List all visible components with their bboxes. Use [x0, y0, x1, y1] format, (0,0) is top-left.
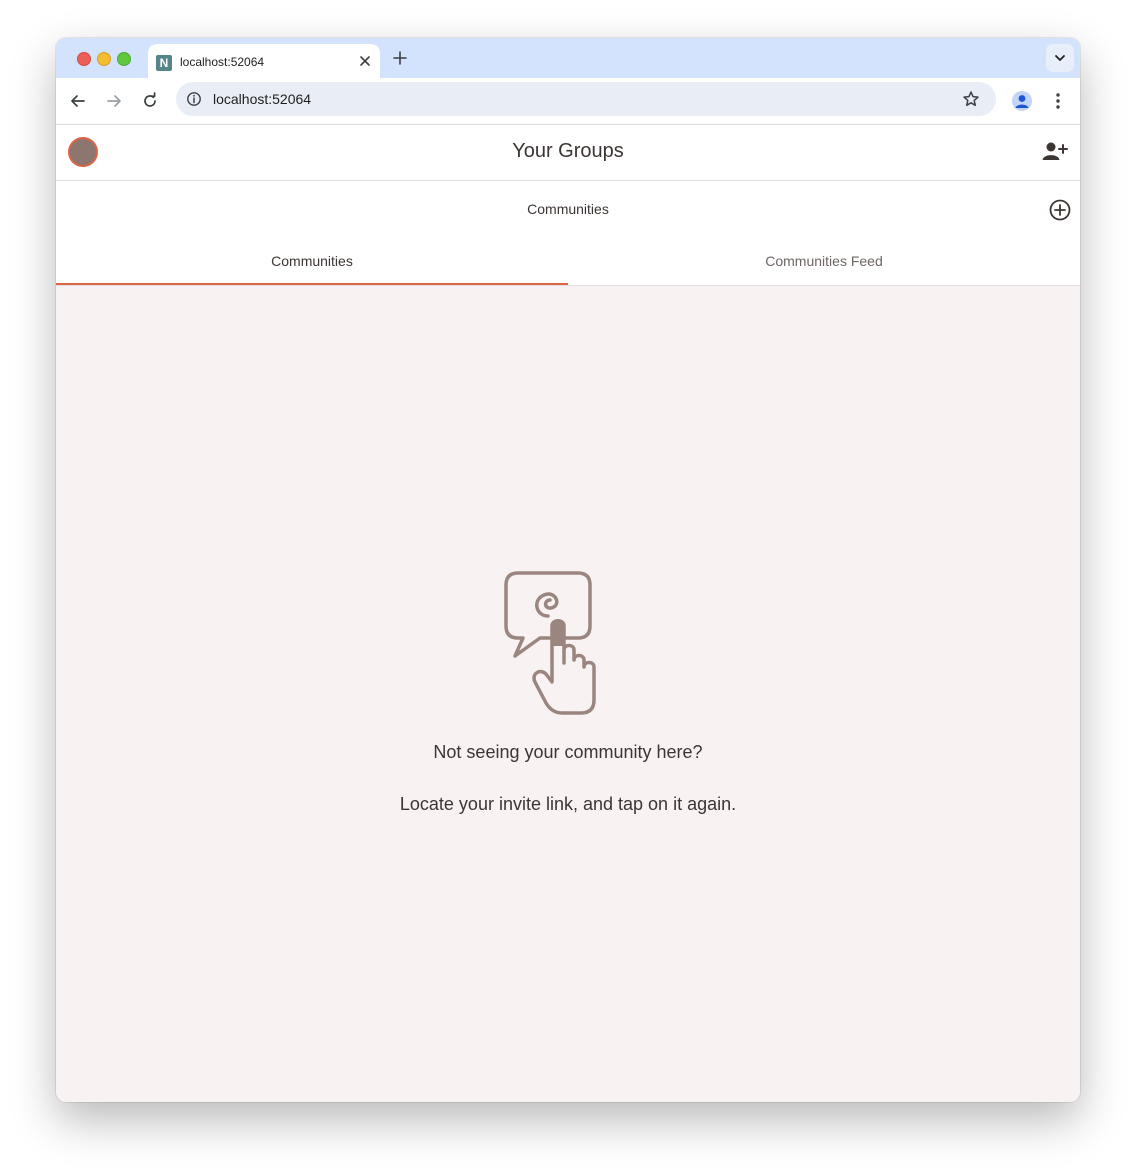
bookmark-star-icon[interactable]: [962, 90, 980, 108]
kebab-menu-icon[interactable]: [1050, 91, 1066, 111]
favicon-icon: N: [156, 55, 172, 71]
add-person-icon[interactable]: [1041, 139, 1069, 165]
section-title: Communities: [527, 201, 609, 217]
tab-search-button[interactable]: [1046, 44, 1074, 72]
tab-communities[interactable]: Communities: [56, 238, 568, 285]
tab-communities-feed[interactable]: Communities Feed: [568, 238, 1080, 285]
tab-bar: Communities Communities Feed: [56, 238, 1080, 286]
browser-toolbar: localhost:52064: [56, 78, 1080, 125]
empty-state-title: Not seeing your community here?: [433, 742, 703, 762]
active-tab-indicator: [56, 283, 568, 285]
url-text: localhost:52064: [213, 91, 312, 107]
address-bar[interactable]: localhost:52064: [176, 82, 996, 116]
new-tab-icon[interactable]: [392, 50, 408, 66]
close-tab-icon[interactable]: [358, 54, 372, 68]
add-circle-icon[interactable]: [1048, 198, 1072, 222]
forward-arrow-icon[interactable]: [105, 92, 123, 110]
close-window-button[interactable]: [77, 52, 91, 66]
reload-icon[interactable]: [141, 92, 159, 110]
page-title: Your Groups: [512, 140, 624, 162]
minimize-window-button[interactable]: [97, 52, 111, 66]
tab-title: localhost:52064: [180, 55, 265, 69]
person-icon: [1015, 95, 1029, 108]
tap-invite-link-icon: [504, 571, 596, 715]
profile-avatar-button[interactable]: [1012, 91, 1032, 111]
chevron-down-icon: [1055, 55, 1065, 61]
back-arrow-icon[interactable]: [69, 92, 87, 110]
browser-titlebar: N localhost:52064: [56, 38, 1080, 78]
site-info-icon[interactable]: [186, 91, 202, 107]
app-header: Your Groups: [56, 125, 1080, 181]
browser-window: N localhost:52064 localhost:52064 Your G…: [56, 38, 1080, 1102]
empty-state: Not seeing your community here? Locate y…: [56, 286, 1080, 1102]
maximize-window-button[interactable]: [117, 52, 131, 66]
empty-state-hint: Locate your invite link, and tap on it a…: [399, 794, 737, 814]
browser-tab[interactable]: N localhost:52064: [148, 44, 380, 78]
communities-section-header: Communities: [56, 181, 1080, 238]
